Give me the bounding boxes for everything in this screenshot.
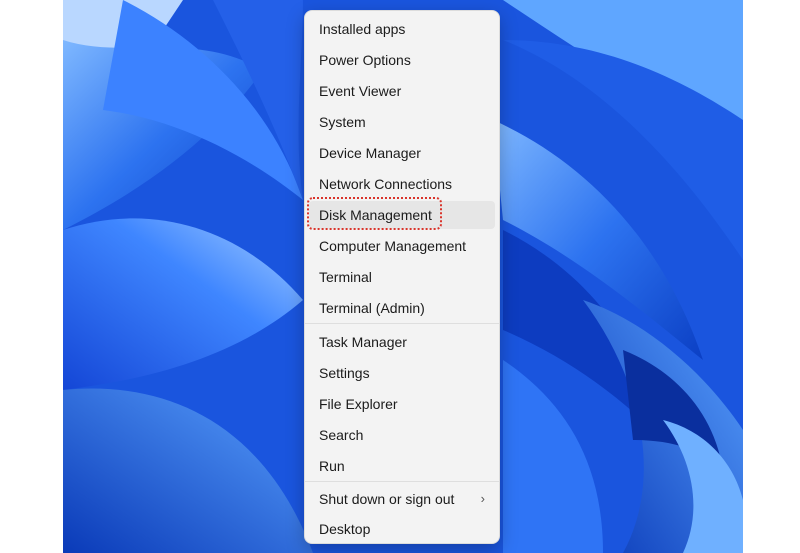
menu-item-label: Disk Management [319, 207, 432, 223]
menu-item-shut-down-or-sign-out[interactable]: Shut down or sign out › [309, 485, 495, 513]
menu-separator [305, 323, 499, 324]
menu-item-disk-management[interactable]: Disk Management [309, 201, 495, 229]
menu-item-network-connections[interactable]: Network Connections [309, 170, 495, 198]
menu-item-label: Settings [319, 365, 370, 381]
menu-item-label: Terminal [319, 269, 372, 285]
desktop-screen: Installed apps Power Options Event Viewe… [0, 0, 800, 553]
menu-item-system[interactable]: System [309, 108, 495, 136]
menu-item-label: Device Manager [319, 145, 421, 161]
menu-item-task-manager[interactable]: Task Manager [309, 328, 495, 356]
menu-item-computer-management[interactable]: Computer Management [309, 232, 495, 260]
chevron-right-icon: › [480, 491, 485, 506]
menu-item-terminal-admin[interactable]: Terminal (Admin) [309, 294, 495, 322]
menu-item-label: File Explorer [319, 396, 398, 412]
menu-item-desktop[interactable]: Desktop [309, 515, 495, 543]
menu-item-label: Event Viewer [319, 83, 402, 99]
menu-item-label: Power Options [319, 52, 411, 68]
winx-context-menu: Installed apps Power Options Event Viewe… [304, 10, 500, 544]
menu-item-label: System [319, 114, 366, 130]
menu-item-label: Terminal (Admin) [319, 300, 425, 316]
menu-item-settings[interactable]: Settings [309, 359, 495, 387]
menu-item-label: Search [319, 427, 364, 443]
menu-item-terminal[interactable]: Terminal [309, 263, 495, 291]
menu-item-device-manager[interactable]: Device Manager [309, 139, 495, 167]
menu-item-file-explorer[interactable]: File Explorer [309, 390, 495, 418]
menu-item-run[interactable]: Run [309, 452, 495, 480]
menu-item-label: Task Manager [319, 334, 407, 350]
menu-separator [305, 481, 499, 482]
menu-item-installed-apps[interactable]: Installed apps [309, 15, 495, 43]
menu-item-label: Installed apps [319, 21, 406, 37]
menu-item-event-viewer[interactable]: Event Viewer [309, 77, 495, 105]
menu-item-label: Desktop [319, 521, 371, 537]
menu-item-power-options[interactable]: Power Options [309, 46, 495, 74]
menu-item-label: Shut down or sign out [319, 491, 455, 507]
menu-item-label: Run [319, 458, 345, 474]
menu-item-search[interactable]: Search [309, 421, 495, 449]
menu-item-label: Computer Management [319, 238, 467, 254]
menu-item-label: Network Connections [319, 176, 453, 192]
